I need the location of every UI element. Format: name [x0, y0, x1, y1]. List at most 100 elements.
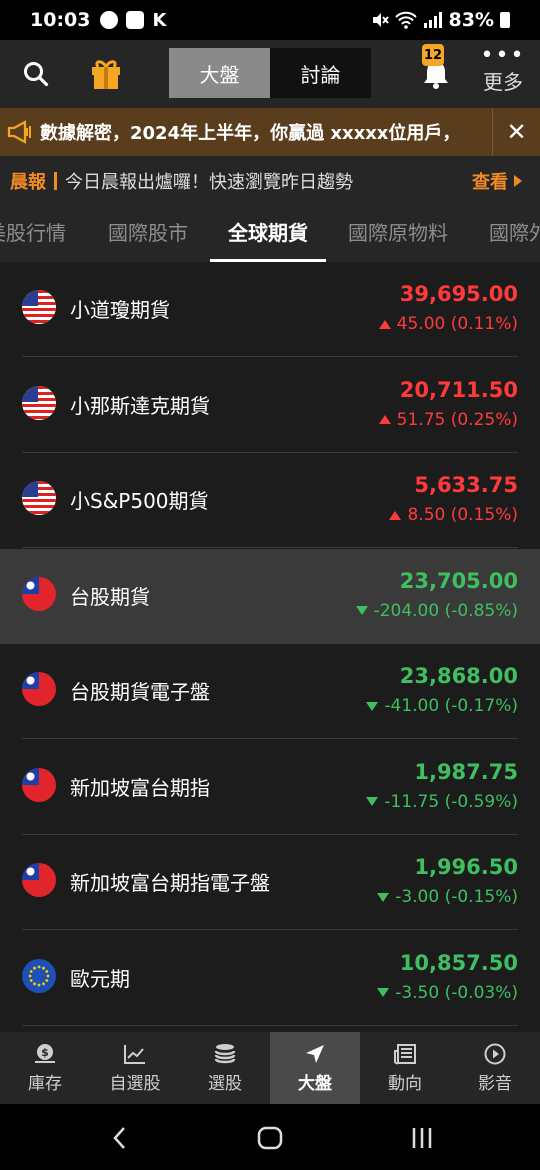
nav-news[interactable]: 動向: [360, 1032, 450, 1104]
triangle-up-icon: [378, 319, 391, 329]
futures-change-value: 8.50 (0.15%): [407, 505, 518, 525]
tab-global-futures[interactable]: 全球期貨: [210, 206, 326, 262]
system-home-button[interactable]: [240, 1116, 300, 1160]
announcement-close-button[interactable]: ✕: [492, 108, 540, 156]
system-back-button[interactable]: [90, 1116, 150, 1160]
view-label: 查看: [472, 172, 508, 193]
nav-portfolio[interactable]: $ 庫存: [0, 1032, 90, 1104]
morning-report-tag: 晨報: [10, 172, 46, 193]
nav-watchlist[interactable]: 自選股: [90, 1032, 180, 1104]
search-button[interactable]: [12, 50, 60, 98]
triangle-down-icon: [355, 606, 368, 615]
futures-price: 20,711.50: [399, 377, 518, 402]
line-app-icon: [100, 11, 119, 29]
futures-row[interactable]: 歐元期 10,857.50 -3.50 (-0.03%): [0, 931, 540, 1026]
morning-report-view-link[interactable]: 查看: [472, 168, 522, 194]
home-icon: [257, 1126, 283, 1150]
futures-row[interactable]: 小道瓊期貨 39,695.00 45.00 (0.11%): [0, 262, 540, 357]
system-navigation-bar: [0, 1104, 540, 1170]
search-icon: [24, 62, 49, 87]
morning-report-bar[interactable]: 晨報 今日晨報出爐囉！快速瀏覽昨日趨勢 查看: [0, 156, 540, 206]
futures-row[interactable]: 新加坡富台期指電子盤 1,996.50 -3.00 (-0.15%): [0, 835, 540, 930]
tab-discussion[interactable]: 討論: [270, 48, 371, 98]
futures-price: 23,868.00: [399, 664, 518, 688]
futures-row[interactable]: 台股期貨電子盤 23,868.00 -41.00 (-0.17%): [0, 644, 540, 739]
battery-icon: [500, 12, 510, 28]
status-bar: 10:03 K 83%: [0, 0, 540, 40]
futures-name: 歐元期: [70, 966, 130, 991]
money-bag-icon: $: [35, 1043, 55, 1063]
news-icon: [394, 1043, 416, 1064]
nav-screener[interactable]: 選股: [180, 1032, 270, 1104]
futures-name: 台股期貨: [70, 584, 150, 609]
chart-line-icon: [124, 1044, 145, 1064]
more-label: 更多: [483, 70, 523, 94]
futures-row[interactable]: 新加坡富台期指 1,987.75 -11.75 (-0.59%): [0, 740, 540, 835]
futures-change: 45.00 (0.11%): [378, 314, 518, 334]
back-icon: [113, 1127, 125, 1149]
category-tabs: 美股行情 國際股市 全球期貨 國際原物料 國際外: [0, 206, 540, 262]
futures-name: 小S&P500期貨: [70, 489, 209, 513]
us-flag-icon: [22, 385, 56, 420]
nav-label: 自選股: [109, 1073, 161, 1094]
futures-change-value: -41.00 (-0.17%): [384, 696, 518, 716]
futures-change-value: -204.00 (-0.85%): [373, 600, 518, 621]
k-app-icon: K: [152, 9, 167, 31]
announcement-banner[interactable]: 數據解密，2024年上半年，你贏過 xxxxx位用戶， ✕: [0, 108, 540, 156]
triangle-down-icon: [366, 701, 379, 711]
tab-market[interactable]: 大盤: [169, 48, 270, 98]
futures-change-value: -11.75 (-0.59%): [384, 791, 518, 812]
notification-badge: 12: [422, 44, 444, 66]
futures-change: 51.75 (0.25%): [378, 410, 518, 430]
futures-price: 23,705.00: [399, 568, 518, 593]
eu-flag-icon: [22, 958, 56, 993]
futures-row[interactable]: 小那斯達克期貨 20,711.50 51.75 (0.25%): [0, 358, 540, 453]
morning-report-text: 今日晨報出爐囉！快速瀏覽昨日趨勢: [65, 172, 353, 193]
system-recents-button[interactable]: [392, 1116, 452, 1160]
nav-label: 動向: [388, 1073, 422, 1094]
futures-price: 39,695.00: [399, 282, 518, 306]
notification-button[interactable]: 12: [412, 44, 460, 98]
futures-name: 小道瓊期貨: [70, 298, 170, 322]
triangle-down-icon: [377, 892, 390, 902]
futures-change: -3.00 (-0.15%): [377, 887, 518, 907]
app-screen: 10:03 K 83% 大盤 討論 12 ••• 更多 數據解密，2024年上半…: [0, 0, 540, 1170]
tab-intl-commodities[interactable]: 國際原物料: [348, 206, 448, 262]
chevron-right-icon: [514, 175, 522, 187]
row-divider: [22, 1024, 518, 1026]
futures-name: 新加坡富台期指: [70, 775, 210, 800]
signal-icon: [423, 12, 442, 28]
morning-report-divider: [54, 172, 57, 190]
futures-price: 1,996.50: [414, 855, 518, 879]
wifi-icon: [394, 11, 417, 29]
futures-name: 新加坡富台期指電子盤: [70, 871, 270, 895]
gift-button[interactable]: [82, 50, 130, 98]
coins-stack-icon: [214, 1043, 236, 1063]
futures-price: 10,857.50: [399, 950, 518, 975]
triangle-up-icon: [378, 415, 391, 424]
top-app-bar: 大盤 討論 12 ••• 更多: [0, 40, 540, 108]
tab-us-stocks[interactable]: 美股行情: [0, 206, 66, 262]
futures-row[interactable]: 小S&P500期貨 5,633.75 8.50 (0.15%): [0, 453, 540, 548]
nav-label: 影音: [478, 1073, 512, 1094]
triangle-down-icon: [377, 988, 390, 997]
nav-video[interactable]: 影音: [450, 1032, 540, 1104]
futures-change-value: -3.00 (-0.15%): [395, 887, 518, 907]
recents-icon: [412, 1128, 432, 1148]
nav-label: 大盤: [298, 1073, 332, 1094]
more-button[interactable]: ••• 更多: [478, 45, 528, 102]
futures-name: 小那斯達克期貨: [70, 393, 210, 418]
futures-change-value: -3.50 (-0.03%): [395, 982, 518, 1003]
status-system-icons: 83%: [371, 9, 510, 31]
nav-label: 庫存: [28, 1073, 62, 1094]
taiwan-flag-icon: [22, 576, 56, 611]
nav-market[interactable]: 大盤: [270, 1032, 360, 1104]
navigation-arrow-icon: [306, 1044, 324, 1063]
futures-row[interactable]: 台股期貨 23,705.00 -204.00 (-0.85%): [0, 548, 540, 644]
bottom-navigation: $ 庫存 自選股 選股 大盤 動向 影音: [0, 1032, 540, 1104]
tab-intl-stocks[interactable]: 國際股市: [108, 206, 188, 262]
us-flag-icon: [22, 481, 56, 515]
futures-price: 5,633.75: [414, 473, 518, 497]
triangle-up-icon: [389, 510, 402, 520]
tab-intl-forex[interactable]: 國際外: [489, 206, 540, 262]
